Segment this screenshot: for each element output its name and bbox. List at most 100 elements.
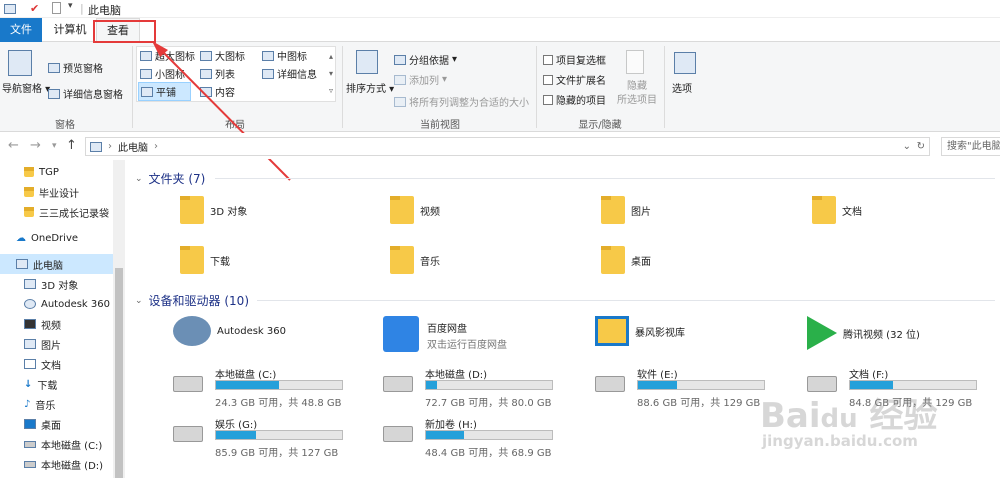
drive-icon xyxy=(383,426,413,442)
computer-icon xyxy=(16,259,28,269)
3d-objects-folder-icon xyxy=(180,196,204,224)
music-folder-icon xyxy=(390,246,414,274)
sidebar-scrollbar[interactable] xyxy=(113,160,125,478)
drive-usage-bar xyxy=(849,380,977,390)
forward-arrow-icon[interactable]: → xyxy=(30,138,41,153)
drive-space-info: 48.4 GB 可用，共 68.9 GB xyxy=(425,448,552,459)
drive-icon xyxy=(24,440,36,448)
drive-usage-fill xyxy=(850,381,893,389)
tencent-video-icon xyxy=(807,316,837,350)
sidebar-item-music[interactable]: ♪ 音乐 xyxy=(0,394,113,414)
autodesk-360-icon xyxy=(173,316,211,346)
drive-space-info: 88.6 GB 可用，共 129 GB xyxy=(637,398,761,409)
sidebar-item-autodesk[interactable]: Autodesk 360 xyxy=(0,294,113,314)
app-baofeng[interactable]: 暴风影视库 xyxy=(595,316,685,346)
drive-usage-fill xyxy=(426,431,464,439)
sidebar-item-tgp[interactable]: TGP xyxy=(0,162,113,182)
video-icon xyxy=(24,319,36,329)
sidebar-item-documents[interactable]: 文档 xyxy=(0,354,113,374)
folder-music[interactable]: 音乐 xyxy=(390,246,440,274)
folders-section-header[interactable]: ⌄ 文件夹 (7) xyxy=(135,170,205,187)
address-dropdown-icon[interactable]: ⌄ xyxy=(903,141,911,152)
download-folder-icon xyxy=(180,246,204,274)
picture-folder-icon xyxy=(601,196,625,224)
sidebar-item-growth-record[interactable]: 三三成长记录袋 xyxy=(0,202,113,222)
folder-desktop[interactable]: 桌面 xyxy=(601,246,651,274)
sidebar-item-drive-d[interactable]: 本地磁盘 (D:) xyxy=(0,454,113,474)
baidu-netdisk-icon xyxy=(383,316,419,352)
sidebar-item-pictures[interactable]: 图片 xyxy=(0,334,113,354)
collapse-chevron-icon[interactable]: ⌄ xyxy=(135,174,143,184)
drive-icon xyxy=(173,426,203,442)
desktop-folder-icon xyxy=(601,246,625,274)
breadcrumb-this-pc[interactable]: 此电脑 xyxy=(118,139,148,154)
drive-usage-fill xyxy=(426,381,438,389)
folder-documents[interactable]: 文档 xyxy=(812,196,862,224)
drive-space-info: 72.7 GB 可用，共 80.0 GB xyxy=(425,398,552,409)
video-folder-icon xyxy=(390,196,414,224)
folder-pictures[interactable]: 图片 xyxy=(601,196,651,224)
search-input[interactable]: 搜索"此电脑" xyxy=(941,137,1000,156)
computer-icon xyxy=(90,141,102,152)
address-row: ← → ▾ ↑ › 此电脑 › ⌄ ↻ 搜索"此电脑" xyxy=(0,133,1000,159)
desktop-icon xyxy=(24,419,36,429)
drive-icon xyxy=(807,376,837,392)
sidebar-item-onedrive[interactable]: ☁ OneDrive xyxy=(0,228,113,248)
recent-dropdown-icon[interactable]: ▾ xyxy=(52,141,57,151)
windows-drive-icon xyxy=(173,376,203,392)
drive-icon xyxy=(383,376,413,392)
collapse-chevron-icon[interactable]: ⌄ xyxy=(135,296,143,306)
back-arrow-icon[interactable]: ← xyxy=(8,138,19,153)
drive-icon xyxy=(24,460,36,468)
drive-usage-fill xyxy=(216,381,279,389)
sidebar-item-drive-c[interactable]: 本地磁盘 (C:) xyxy=(0,434,113,454)
folder-icon xyxy=(24,167,34,177)
drive-name: 软件 (E:) xyxy=(637,370,678,381)
cloud-icon: ☁ xyxy=(16,232,26,244)
app-autodesk-360[interactable]: Autodesk 360 xyxy=(173,316,286,346)
app-tencent-video[interactable]: 腾讯视频 (32 位) xyxy=(807,316,920,350)
devices-section-header[interactable]: ⌄ 设备和驱动器 (10) xyxy=(135,292,249,309)
drive-name: 本地磁盘 (D:) xyxy=(425,370,488,381)
picture-icon xyxy=(24,339,36,349)
sidebar-item-downloads[interactable]: ↓ 下载 xyxy=(0,374,113,394)
sidebar-item-desktop[interactable]: 桌面 xyxy=(0,414,113,434)
music-note-icon: ♪ xyxy=(24,398,31,410)
refresh-icon[interactable]: ↻ xyxy=(917,141,925,152)
drive-icon xyxy=(595,376,625,392)
sidebar-item-graduation[interactable]: 毕业设计 xyxy=(0,182,113,202)
folder-videos[interactable]: 视频 xyxy=(390,196,440,224)
drive-usage-bar xyxy=(425,430,553,440)
drive-usage-bar xyxy=(215,380,343,390)
breadcrumb-separator: › xyxy=(108,141,112,152)
folder-icon xyxy=(24,187,34,197)
navigation-pane: TGP 毕业设计 三三成长记录袋 ☁ OneDrive 此电脑 3D 对象 Aut… xyxy=(0,160,125,478)
drive-usage-fill xyxy=(216,431,257,439)
drive-usage-bar xyxy=(425,380,553,390)
folder-downloads[interactable]: 下载 xyxy=(180,246,230,274)
drive-name: 新加卷 (H:) xyxy=(425,420,477,431)
scrollbar-thumb[interactable] xyxy=(115,268,123,478)
3d-objects-icon xyxy=(24,279,36,289)
drive-space-info: 24.3 GB 可用，共 48.8 GB xyxy=(215,398,342,409)
drive-space-info: 84.8 GB 可用，共 129 GB xyxy=(849,398,973,409)
up-arrow-icon[interactable]: ↑ xyxy=(66,138,77,153)
content-pane: ⌄ 文件夹 (7) 3D 对象 视频 图片 文档 下载 音乐 桌面 ⌄ 设备和驱动器… xyxy=(125,160,1000,478)
drive-name: 娱乐 (G:) xyxy=(215,420,258,431)
address-bar[interactable]: › 此电脑 › ⌄ ↻ xyxy=(85,137,930,156)
drive-usage-bar xyxy=(215,430,343,440)
document-icon xyxy=(24,359,36,369)
breadcrumb-chevron-icon[interactable]: › xyxy=(154,141,158,152)
drive-space-info: 85.9 GB 可用，共 127 GB xyxy=(215,448,339,459)
sidebar-item-this-pc[interactable]: 此电脑 xyxy=(0,254,113,274)
autodesk-icon xyxy=(24,299,36,309)
drive-usage-fill xyxy=(638,381,678,389)
baofeng-icon xyxy=(595,316,629,346)
sidebar-item-3d-objects[interactable]: 3D 对象 xyxy=(0,274,113,294)
drive-usage-bar xyxy=(637,380,765,390)
sidebar-item-videos[interactable]: 视频 xyxy=(0,314,113,334)
drive-name: 本地磁盘 (C:) xyxy=(215,370,277,381)
folder-3d-objects[interactable]: 3D 对象 xyxy=(180,196,247,224)
drive-name: 文档 (F:) xyxy=(849,370,889,381)
download-arrow-icon: ↓ xyxy=(24,378,33,390)
